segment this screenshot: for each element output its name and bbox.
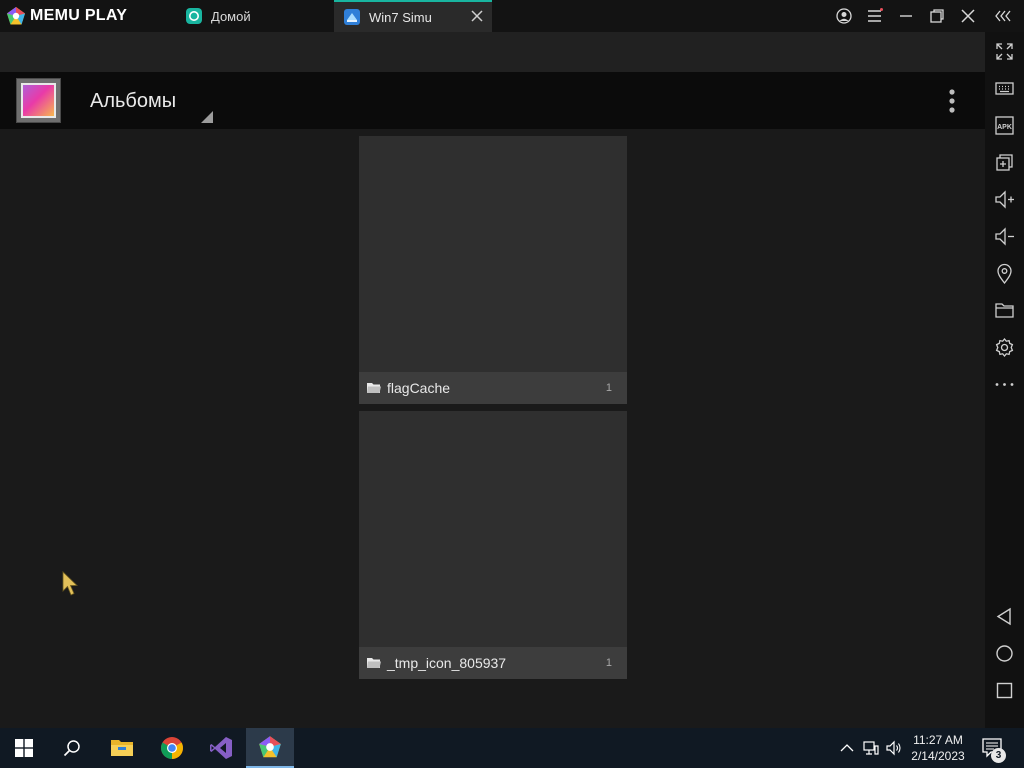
status-area [0, 32, 985, 72]
emulator-sidebar: APK [985, 32, 1024, 728]
tab-win7-simu[interactable]: Win7 Simu [334, 0, 492, 32]
network-icon[interactable] [863, 740, 879, 756]
album-count: 1 [605, 657, 612, 669]
overflow-menu-icon[interactable] [945, 88, 959, 114]
tab-home-label: Домой [211, 8, 251, 24]
visual-studio-button[interactable] [197, 728, 245, 768]
folder-icon [367, 383, 381, 393]
apk-label: APK [997, 124, 1012, 131]
album-tile[interactable]: flagCache 1 [359, 136, 627, 404]
notification-count-badge: 3 [991, 748, 1006, 763]
album-name: flagCache [387, 380, 451, 396]
multi-instance-icon[interactable] [994, 152, 1015, 173]
albums-title[interactable]: Альбомы [90, 90, 176, 113]
memu-taskbar-button[interactable] [246, 728, 294, 768]
album-name: _tmp_icon_805937 [387, 655, 507, 671]
back-icon[interactable] [994, 606, 1015, 627]
location-icon[interactable] [994, 263, 1015, 284]
close-icon[interactable] [960, 8, 976, 24]
close-tab-icon[interactable] [470, 9, 484, 23]
album-tile[interactable]: _tmp_icon_805937 1 [359, 411, 627, 679]
show-hidden-icons-icon[interactable] [839, 740, 855, 756]
folder-icon [367, 658, 381, 668]
file-explorer-icon [111, 740, 133, 756]
fullscreen-icon[interactable] [994, 41, 1015, 62]
home-tab-icon [186, 8, 202, 24]
album-caption: _tmp_icon_805937 1 [359, 647, 627, 679]
volume-down-icon[interactable] [994, 226, 1015, 247]
menu-icon[interactable] [867, 8, 883, 24]
windows-start-icon [15, 739, 33, 757]
file-explorer-button[interactable] [98, 728, 146, 768]
clock-date: 2/14/2023 [911, 749, 965, 763]
search-icon [63, 740, 80, 757]
tab-win7-label: Win7 Simu [369, 9, 432, 25]
account-icon[interactable] [836, 8, 852, 24]
visual-studio-icon [210, 737, 232, 759]
apk-icon[interactable]: APK [994, 115, 1015, 136]
gallery-icon[interactable] [16, 78, 61, 123]
memu-logo: MEMU PLAY [6, 6, 127, 26]
mouse-cursor-icon [62, 571, 78, 596]
tab-home[interactable]: Домой [176, 0, 332, 32]
chrome-icon [161, 737, 183, 759]
clock-time: 11:27 AM [913, 733, 963, 747]
chrome-button[interactable] [148, 728, 196, 768]
settings-icon[interactable] [994, 337, 1015, 358]
windows-taskbar: 11:27 AM 2/14/2023 3 [0, 728, 1024, 768]
collapse-sidebar-icon[interactable] [994, 8, 1014, 24]
album-count: 1 [605, 382, 612, 394]
action-bar: Альбомы [0, 72, 985, 129]
search-button[interactable] [48, 728, 96, 768]
start-button[interactable] [0, 728, 48, 768]
album-caption: flagCache 1 [359, 372, 627, 404]
restore-icon[interactable] [929, 8, 945, 24]
system-clock[interactable]: 11:27 AM 2/14/2023 [904, 732, 972, 764]
minimize-icon[interactable] [898, 8, 914, 24]
folder-icon[interactable] [994, 300, 1015, 321]
win7-tab-icon [344, 9, 360, 25]
memu-icon [259, 736, 281, 758]
volume-up-icon[interactable] [994, 189, 1015, 210]
keyboard-icon[interactable] [994, 78, 1015, 99]
title-bar: MEMU PLAY Домой Win7 Simu [0, 0, 1024, 32]
home-icon[interactable] [994, 643, 1015, 664]
recents-icon[interactable] [994, 680, 1015, 701]
more-icon[interactable] [994, 374, 1015, 395]
volume-icon[interactable] [886, 740, 902, 756]
memu-logo-icon [7, 7, 25, 25]
dropdown-indicator-icon[interactable] [201, 111, 213, 123]
brand-name: MEMU PLAY [30, 7, 128, 24]
